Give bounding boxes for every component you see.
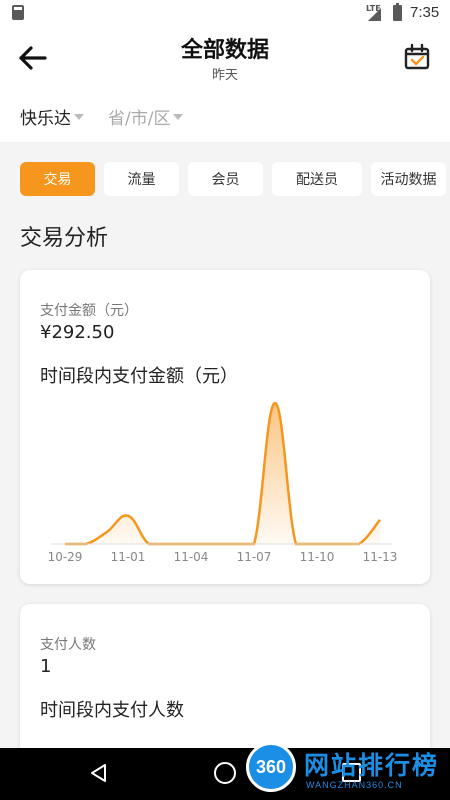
payment-amount-card: 支付金额（元） ¥292.50 时间段内支付金额（元） 10-29 11-01 11… — [20, 270, 430, 584]
status-time: 7:35 — [410, 4, 440, 21]
chevron-down-icon — [74, 113, 84, 120]
tab-couriers[interactable]: 配送员 — [272, 162, 362, 196]
status-bar: LTE 7:35 — [0, 0, 450, 26]
watermark-subtext: WANGZHAN360.CN — [306, 780, 403, 790]
chart-title: 时间段内支付金额（元） — [40, 366, 238, 387]
calendar-button[interactable] — [400, 40, 434, 74]
chart-series-line — [64, 401, 381, 546]
chart-x-tick-label: 11-10 — [300, 550, 335, 564]
chart-x-tick-label: 10-29 — [48, 550, 83, 564]
chart-area-fill — [65, 403, 380, 544]
circle-home-icon[interactable] — [214, 762, 236, 784]
page-title: 全部数据 — [180, 38, 269, 63]
tab-activity[interactable]: 活动数据 — [371, 162, 446, 196]
region-selector[interactable]: 省/市/区 — [108, 104, 184, 129]
store-selector-label: 快乐达 — [20, 109, 71, 129]
chart-x-tick-label: 11-04 — [174, 550, 209, 564]
watermark: 360 网站排行榜 WANGZHAN360.CN — [244, 740, 450, 800]
section-title: 交易分析 — [20, 226, 109, 251]
tab-members[interactable]: 会员 — [188, 162, 263, 196]
tab-transactions[interactable]: 交易 — [20, 162, 95, 196]
chart-x-tick-label: 11-01 — [111, 550, 146, 564]
sd-card-icon — [12, 5, 24, 20]
metric-label: 支付金额（元） — [40, 303, 138, 319]
category-tabs: 交易 流量 会员 配送员 活动数据 — [20, 162, 450, 198]
tab-traffic[interactable]: 流量 — [104, 162, 179, 196]
store-selector[interactable]: 快乐达 — [20, 104, 84, 129]
region-selector-label: 省/市/区 — [108, 109, 171, 129]
battery-icon — [393, 3, 402, 21]
chart-x-tick-label: 11-07 — [237, 550, 272, 564]
date-range-label: 昨天 — [211, 68, 238, 83]
signal-icon — [368, 8, 381, 21]
chart-title: 时间段内支付人数 — [40, 700, 184, 721]
watermark-badge: 360 — [246, 742, 296, 792]
payment-amount-chart: 10-29 11-01 11-04 11-07 11-10 11-13 — [48, 401, 398, 564]
metric-value: ¥292.50 — [40, 322, 115, 343]
filter-row: 快乐达 省/市/区 — [0, 90, 450, 142]
header: 全部数据 昨天 — [0, 26, 450, 90]
watermark-text: 网站排行榜 — [304, 751, 440, 780]
watermark-badge-text: 360 — [255, 756, 287, 777]
chevron-down-icon — [173, 113, 184, 120]
metric-label: 支付人数 — [40, 637, 96, 653]
calendar-check-icon — [404, 43, 430, 70]
chart-x-tick-label: 11-13 — [363, 550, 398, 564]
metric-value: 1 — [40, 656, 52, 677]
triangle-back-icon[interactable] — [88, 762, 110, 784]
